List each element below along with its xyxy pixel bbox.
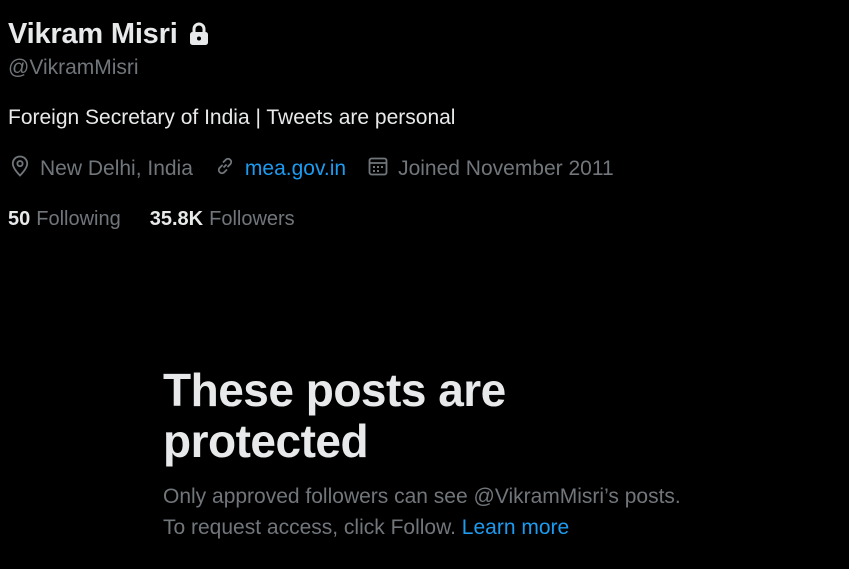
name-row: Vikram Misri — [8, 14, 838, 54]
website-item[interactable]: mea.gov.in — [213, 154, 346, 184]
lock-icon — [188, 22, 210, 46]
protected-description-text: Only approved followers can see @VikramM… — [163, 485, 681, 539]
profile-meta: New Delhi, India mea.gov.in Joined Novem… — [8, 154, 838, 184]
following-label: Following — [36, 207, 121, 230]
location-item: New Delhi, India — [8, 154, 193, 184]
link-icon — [213, 154, 245, 184]
bio: Foreign Secretary of India | Tweets are … — [8, 106, 456, 129]
learn-more-link[interactable]: Learn more — [462, 516, 569, 539]
protected-description: Only approved followers can see @VikramM… — [163, 481, 703, 543]
joined-text: Joined November 2011 — [398, 157, 614, 180]
user-handle: @VikramMisri — [8, 56, 139, 79]
protected-title: These posts are protected — [163, 364, 506, 467]
followers-stat[interactable]: 35.8K Followers — [150, 208, 295, 231]
location-text: New Delhi, India — [40, 157, 193, 180]
display-name: Vikram Misri — [8, 17, 178, 50]
followers-count: 35.8K — [149, 207, 204, 230]
website-link[interactable]: mea.gov.in — [245, 157, 346, 181]
followers-label: Followers — [209, 207, 295, 230]
protected-notice: These posts are protected Only approved … — [163, 365, 703, 543]
calendar-icon — [366, 154, 398, 184]
joined-item: Joined November 2011 — [366, 154, 614, 184]
following-count: 50 — [8, 207, 31, 230]
profile-header: Vikram Misri @VikramMisri Foreign Secret… — [8, 14, 838, 234]
following-stat[interactable]: 50 Following — [8, 208, 121, 231]
location-pin-icon — [8, 154, 40, 184]
follow-stats: 50 Following 35.8K Followers — [8, 204, 838, 234]
